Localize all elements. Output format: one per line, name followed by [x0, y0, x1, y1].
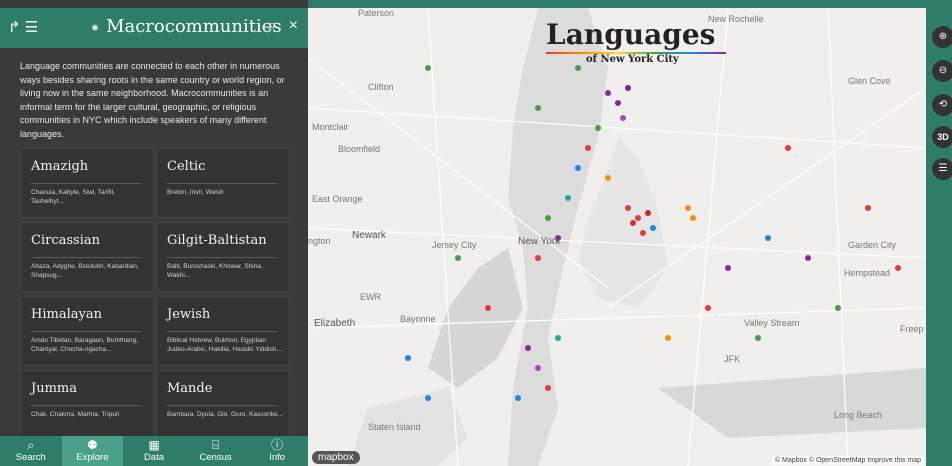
card-title: Amazigh [31, 159, 89, 174]
map-attribution[interactable]: © Mapbox © OpenStreetMap Improve this ma… [771, 456, 924, 465]
card-languages: Balti, Burushaski, Khowar, Shina, Wakhi.… [167, 263, 263, 279]
map-label-bayonne: Bayonne [400, 314, 436, 324]
bottom-nav: ⌕ Search ⚉ Explore ▦ Data ⌸ Census ⓘ Info [0, 436, 308, 466]
map-label-new-york: New York [518, 236, 561, 247]
search-icon[interactable]: ⌕ [268, 17, 277, 34]
back-menu-icons[interactable]: ↱ ☰ [8, 18, 38, 36]
card-languages: Amdo Tibetan, Baragaun, Bumthang, Chanty… [31, 337, 138, 353]
map-label-new-rochelle: New Rochelle [708, 14, 764, 24]
map-label-long-beach: Long Beach [834, 410, 883, 420]
nav-explore[interactable]: ⚉ Explore [61, 436, 124, 466]
nav-census[interactable]: ⌸ Census [185, 436, 247, 466]
map-label-staten-island: Staten Island [368, 422, 421, 432]
card-languages: Bambara, Dyula, Gio, Guro, Kassonke... [167, 411, 283, 418]
card-jewish[interactable]: Jewish Biblical Hebrew, Bukhori, Egyptia… [156, 296, 290, 366]
sidebar: ↱ ☰ ⁕ Macrocommunities ⌕ × Language commun… [0, 0, 308, 466]
map-label-irvington: ngton [308, 236, 331, 246]
card-title: Mande [167, 381, 213, 396]
nav-info[interactable]: ⓘ Info [246, 436, 308, 466]
map-label-newark: Newark [352, 230, 386, 241]
layers-icon[interactable]: ☰ [932, 158, 952, 180]
binoculars-icon: ⚉ [87, 438, 98, 452]
map-label-montclair: Montclair [312, 122, 349, 132]
map-label-freeport: Freep [900, 324, 924, 334]
macrocommunity-list: Amazigh Chaouia, Kabyle, Siwi, Tarifit, … [0, 142, 308, 436]
map-background [308, 8, 926, 466]
card-title: Himalayan [31, 307, 102, 322]
search-icon: ⌕ [27, 438, 35, 452]
map-label-clifton: Clifton [368, 82, 394, 92]
map-label-garden-city: Garden City [848, 240, 897, 250]
card-jumma[interactable]: Jumma Chak, Chakma, Marma, Tripuri [20, 370, 154, 436]
card-amazigh[interactable]: Amazigh Chaouia, Kabyle, Siwi, Tarifit, … [20, 148, 154, 218]
map-label-bloomfield: Bloomfield [338, 144, 381, 154]
card-gilgit-baltistan[interactable]: Gilgit-Baltistan Balti, Burushaski, Khow… [156, 222, 290, 292]
map-canvas[interactable]: Paterson New Rochelle Clifton Glen Cove … [308, 8, 926, 466]
card-himalayan[interactable]: Himalayan Amdo Tibetan, Baragaun, Bumtha… [20, 296, 154, 366]
zoom-in-icon[interactable]: ⊕ [932, 26, 952, 48]
card-celtic[interactable]: Celtic Breton, Irish, Welsh [156, 148, 290, 218]
map-label-east-orange: East Orange [312, 194, 363, 204]
map-label-glen-cove: Glen Cove [848, 76, 891, 86]
card-title: Circassian [31, 233, 100, 248]
card-languages: Biblical Hebrew, Bukhori, Egyptian Judeo… [167, 337, 282, 353]
card-title: Jewish [167, 307, 211, 322]
brand-title: Languages [546, 18, 716, 51]
card-languages: Chak, Chakma, Marma, Tripuri [31, 411, 120, 418]
clipboard-icon: ⌸ [211, 438, 220, 452]
card-title: Celtic [167, 159, 206, 174]
intro-text: Language communities are connected to ea… [20, 61, 285, 139]
brand-subtitle: of New York City [586, 54, 679, 65]
map-label-hempstead: Hempstead [844, 268, 891, 278]
map-label-elizabeth: Elizabeth [314, 318, 356, 329]
mapbox-logo[interactable]: mapbox [312, 451, 360, 464]
reset-view-icon[interactable]: ⟲ [932, 94, 952, 116]
map-label-jfk: JFK [724, 354, 741, 364]
sidebar-header: ↱ ☰ ⁕ Macrocommunities ⌕ × [0, 8, 308, 48]
map-label-paterson: Paterson [358, 8, 395, 18]
map-label-valley-stream: Valley Stream [744, 318, 800, 328]
panel-title: ⁕ Macrocommunities [90, 16, 282, 37]
3d-toggle-button[interactable]: 3D [932, 126, 952, 148]
info-icon: ⓘ [271, 438, 284, 452]
map-label-jersey-city: Jersey City [432, 240, 477, 250]
card-title: Gilgit-Baltistan [167, 233, 267, 248]
close-icon[interactable]: × [289, 17, 298, 34]
nav-data[interactable]: ▦ Data [123, 436, 185, 466]
card-languages: Chaouia, Kabyle, Siwi, Tarifit, Tashelhy… [31, 189, 116, 205]
table-icon: ▦ [148, 438, 160, 452]
card-circassian[interactable]: Circassian Abaza, Adyghe, Bzedukh, Kabar… [20, 222, 154, 292]
map-label-ewr: EWR [360, 292, 381, 302]
nav-search[interactable]: ⌕ Search [0, 436, 62, 466]
card-mande[interactable]: Mande Bambara, Dyula, Gio, Guro, Kassonk… [156, 370, 290, 436]
card-languages: Abaza, Adyghe, Bzedukh, Kabardian, Shaps… [31, 263, 139, 279]
macro-icon: ⁕ [90, 21, 101, 35]
zoom-out-icon[interactable]: ⊖ [932, 60, 952, 82]
card-languages: Breton, Irish, Welsh [167, 189, 224, 196]
card-title: Jumma [31, 381, 77, 396]
